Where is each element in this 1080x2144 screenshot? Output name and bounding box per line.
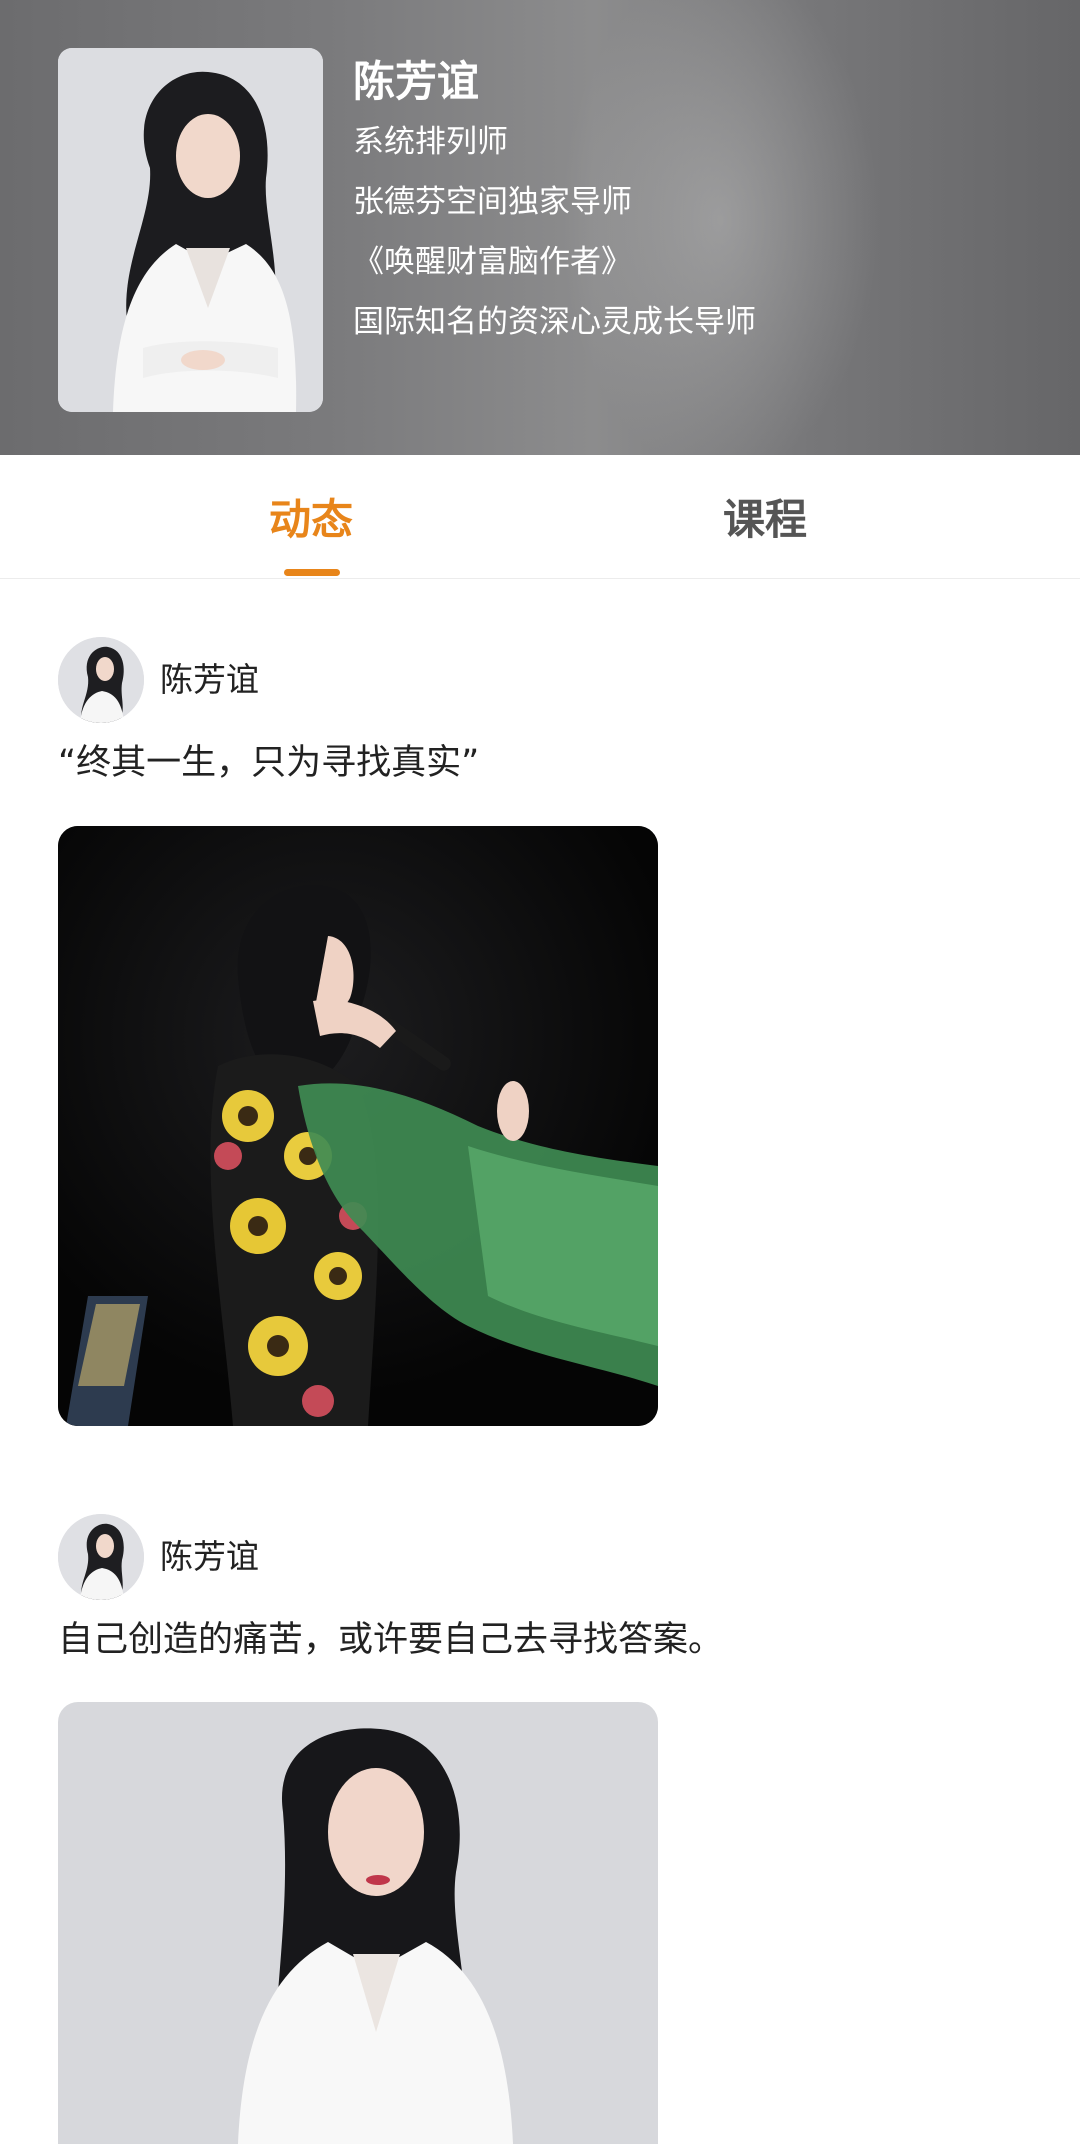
feed-post: 陈芳谊 自己创造的痛苦，或许要自己去寻找答案。: [58, 1514, 1018, 1664]
post-header: 陈芳谊: [58, 637, 1018, 723]
profile-header: 陈芳谊 系统排列师 张德芬空间独家导师 《唤醒财富脑作者》 国际知名的资深心灵成…: [0, 0, 1080, 455]
profile-name: 陈芳谊: [353, 57, 480, 106]
profile-photo[interactable]: [58, 48, 323, 412]
avatar[interactable]: [58, 1514, 144, 1600]
profile-title-3: 《唤醒财富脑作者》: [353, 244, 632, 280]
post-author[interactable]: 陈芳谊: [160, 1514, 259, 1600]
post-image[interactable]: [58, 826, 658, 1426]
post-text: “终其一生，只为寻找真实”: [58, 743, 480, 783]
tab-feed[interactable]: 动态: [161, 455, 461, 578]
post-header: 陈芳谊: [58, 1514, 1018, 1600]
profile-title-4: 国际知名的资深心灵成长导师: [353, 304, 756, 340]
profile-title-1: 系统排列师: [353, 124, 508, 160]
tab-courses[interactable]: 课程: [615, 455, 915, 578]
active-tab-indicator: [284, 569, 340, 576]
post-image[interactable]: [58, 1702, 658, 2144]
profile-title-2: 张德芬空间独家导师: [353, 184, 632, 220]
post-text: 自己创造的痛苦，或许要自己去寻找答案。: [58, 1620, 724, 1660]
avatar[interactable]: [58, 637, 144, 723]
profile-info: 陈芳谊 系统排列师 张德芬空间独家导师 《唤醒财富脑作者》 国际知名的资深心灵成…: [353, 52, 756, 352]
feed-post: 陈芳谊 “终其一生，只为寻找真实”: [58, 637, 1018, 787]
post-author[interactable]: 陈芳谊: [160, 637, 259, 723]
tab-bar: 动态 课程: [0, 455, 1080, 579]
